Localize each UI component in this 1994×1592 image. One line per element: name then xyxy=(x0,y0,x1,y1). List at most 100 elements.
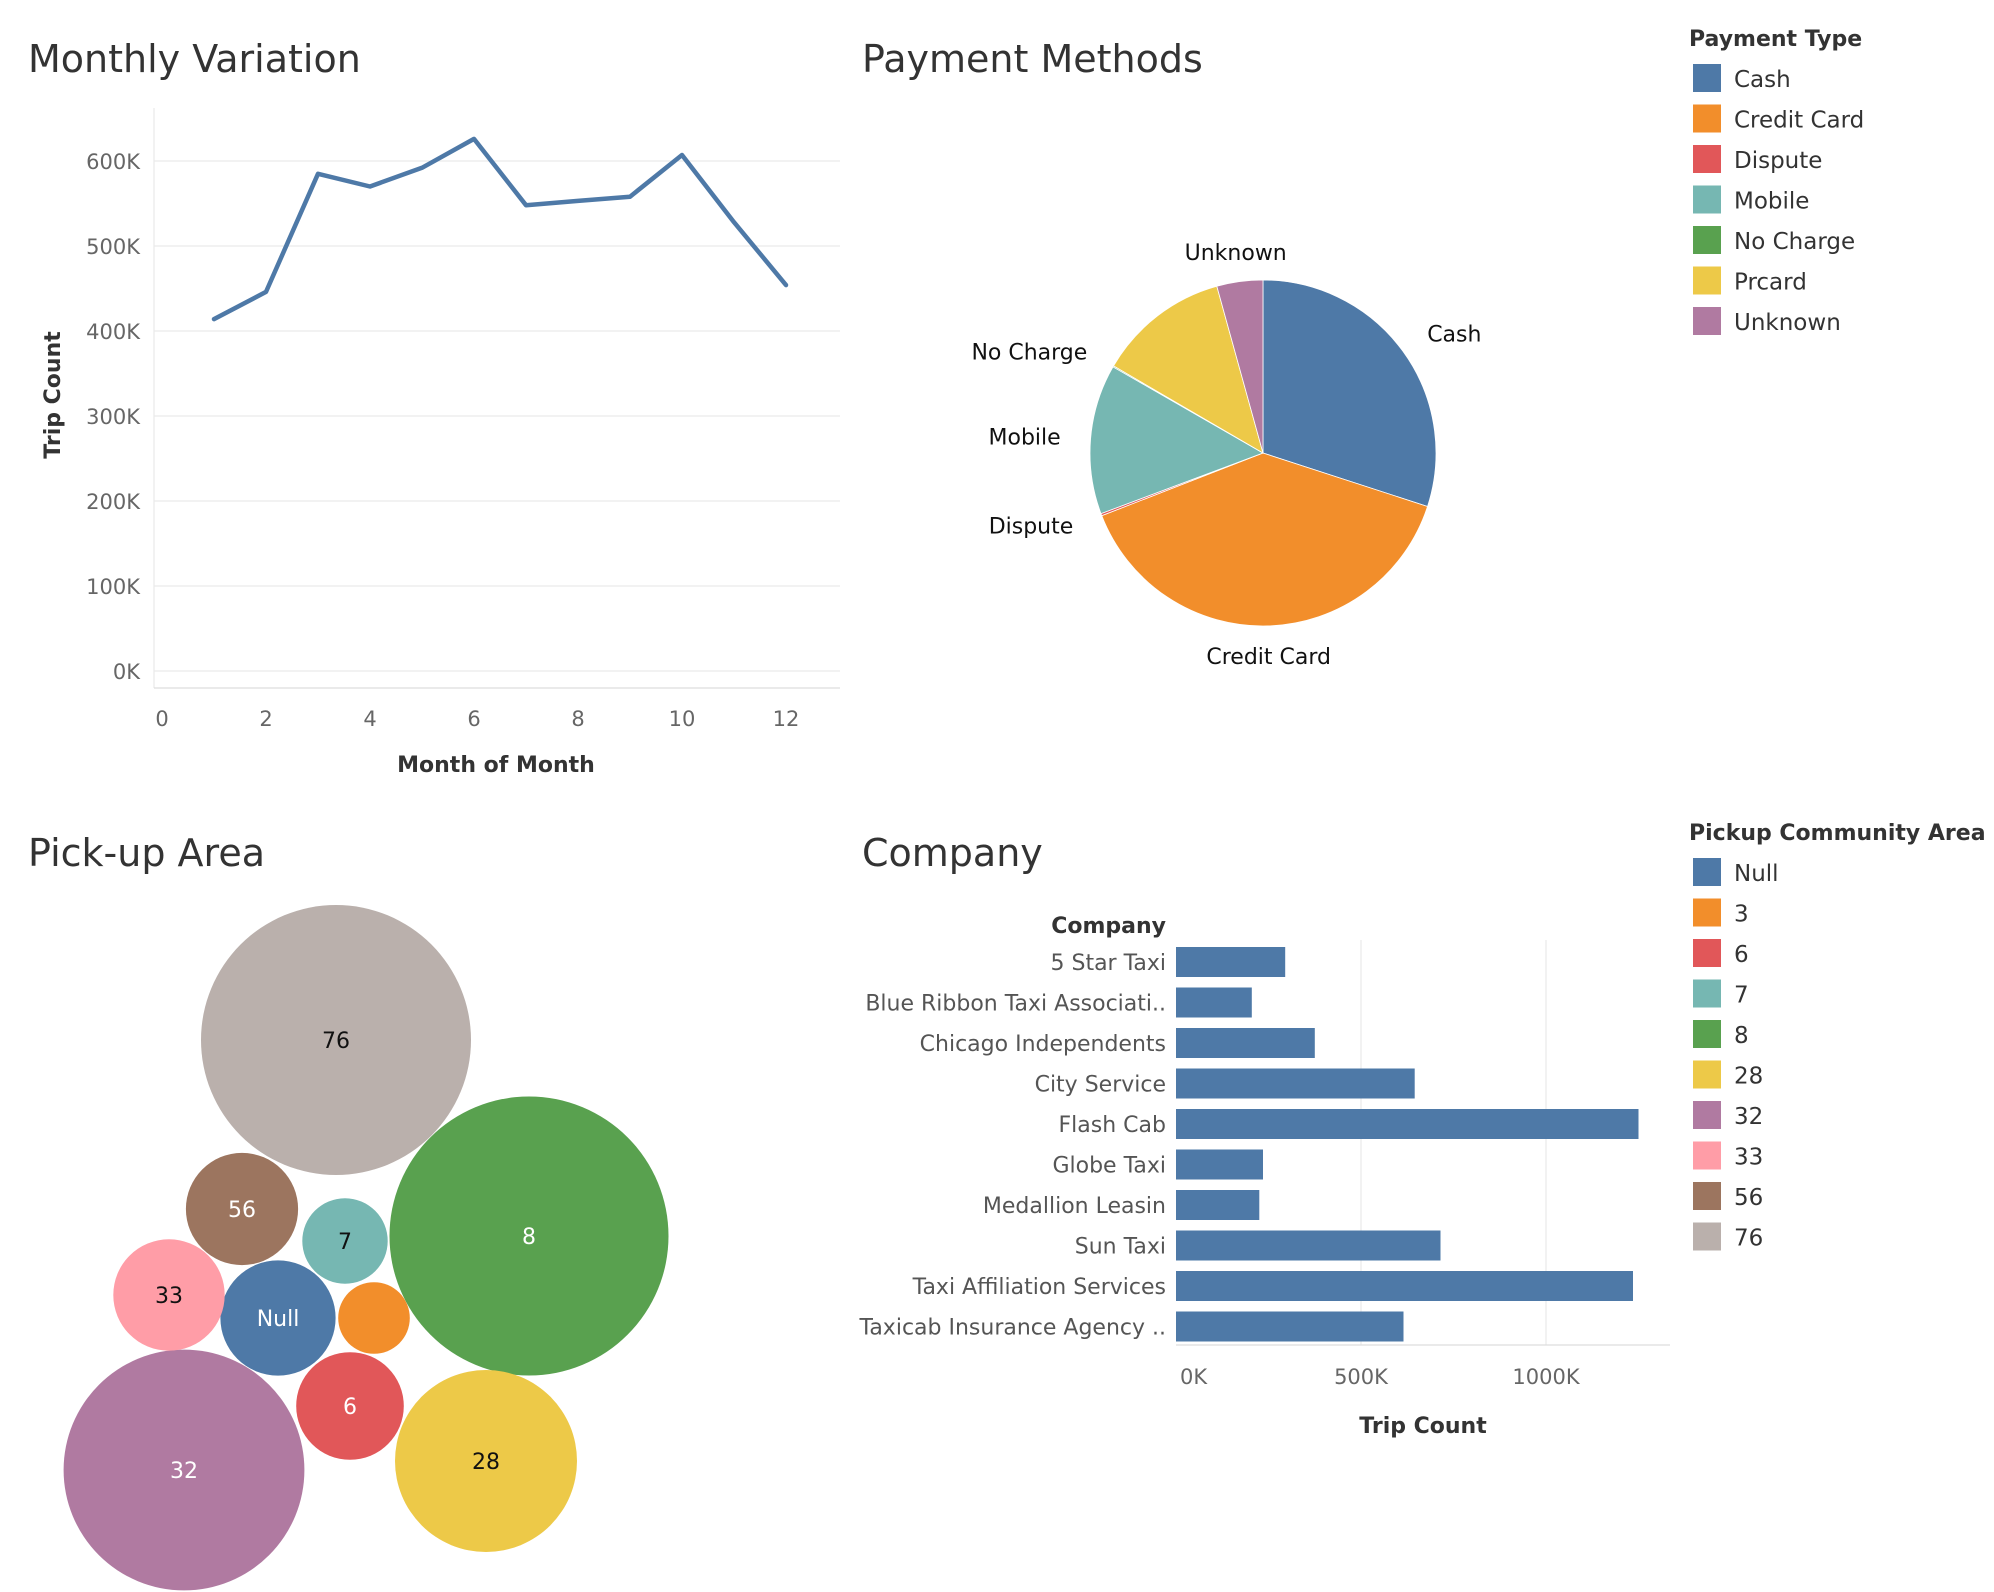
pickup-legend-entries: Null 3 6 7 8 28 32 33 56 76 xyxy=(1693,858,1779,1252)
pickup-area-legend: Pickup Community Area Null 3 6 7 8 28 32 33 56 76 xyxy=(1689,821,1986,1252)
line-y-tick-label: 0K xyxy=(113,660,141,684)
bar-category-label: Chicago Independents xyxy=(920,1032,1166,1057)
bar[interactable] xyxy=(1176,1028,1315,1058)
bar-category-label: Sun Taxi xyxy=(1075,1235,1166,1260)
legend-label: Credit Card xyxy=(1734,108,1864,134)
line-chart-title: Monthly Variation xyxy=(28,37,361,81)
line-point[interactable] xyxy=(315,171,321,177)
line-x-tick-label: 4 xyxy=(363,707,376,731)
payment-type-legend: Payment Type Cash Credit Card Dispute Mobil… xyxy=(1689,27,1864,336)
legend-swatch xyxy=(1693,858,1721,886)
bar-x-axis-title: Trip Count xyxy=(1359,1414,1487,1439)
bubble-chart-panel: Pick-up Area 76 8 32 28 Null 56 33 6 7 xyxy=(28,831,669,1591)
bubbles: 76 8 32 28 Null 56 33 6 7 xyxy=(63,905,669,1591)
pie-slices xyxy=(1089,279,1437,627)
bar[interactable] xyxy=(1176,1068,1415,1099)
pie-slice-label: No Charge xyxy=(971,340,1087,365)
bar-x-tick-label: 1000K xyxy=(1512,1365,1580,1389)
line-series[interactable] xyxy=(211,136,789,322)
bar[interactable] xyxy=(1176,1190,1260,1220)
payment-legend-title: Payment Type xyxy=(1689,27,1862,52)
line-y-tick-label: 600K xyxy=(86,150,141,174)
line-point[interactable] xyxy=(211,316,217,322)
legend-swatch xyxy=(1693,898,1721,927)
line-y-ticks: 0K 100K 200K 300K 400K 500K 600K xyxy=(86,150,141,684)
legend-label: Unknown xyxy=(1734,310,1841,336)
line-point[interactable] xyxy=(627,194,633,200)
bar-chart-panel: Company Company 5 Star Taxi Blue Ribbon T… xyxy=(859,831,1670,1439)
line-y-axis-title: Trip Count xyxy=(41,331,66,459)
legend-swatch xyxy=(1693,226,1721,254)
line-y-tick-label: 100K xyxy=(86,575,141,599)
legend-label: 6 xyxy=(1734,942,1749,968)
line-point[interactable] xyxy=(783,282,789,288)
legend-label: 28 xyxy=(1734,1064,1763,1090)
bar-category-label: Taxi Affiliation Services xyxy=(912,1275,1166,1300)
bar-category-label: City Service xyxy=(1035,1073,1166,1098)
bar-category-label: Globe Taxi xyxy=(1052,1154,1166,1179)
line-point[interactable] xyxy=(419,165,425,171)
bar[interactable] xyxy=(1176,947,1286,977)
bar[interactable] xyxy=(1176,1230,1441,1261)
line-x-tick-label: 2 xyxy=(259,707,272,731)
legend-label: 76 xyxy=(1734,1226,1763,1252)
legend-label: Cash xyxy=(1734,67,1791,93)
line-x-tick-label: 8 xyxy=(571,707,584,731)
legend-label: 56 xyxy=(1734,1185,1763,1211)
legend-swatch xyxy=(1693,1182,1721,1210)
bubble-label: 56 xyxy=(228,1198,256,1223)
bubble-3[interactable] xyxy=(338,1282,410,1354)
pie-slice-label: Credit Card xyxy=(1206,645,1331,670)
legend-swatch xyxy=(1693,307,1721,335)
line-point[interactable] xyxy=(523,202,529,208)
payment-legend-entries: Cash Credit Card Dispute Mobile No Charge Prc… xyxy=(1693,64,1864,336)
line-point[interactable] xyxy=(263,289,269,295)
bar[interactable] xyxy=(1176,1271,1633,1301)
legend-swatch xyxy=(1693,185,1721,214)
legend-label: 7 xyxy=(1734,983,1749,1009)
legend-label: 3 xyxy=(1734,902,1749,928)
line-point[interactable] xyxy=(679,152,685,158)
pie-slice-label: Dispute xyxy=(989,514,1074,539)
line-points xyxy=(211,136,789,322)
legend-swatch xyxy=(1693,266,1721,295)
legend-swatch xyxy=(1693,1101,1721,1129)
legend-swatch xyxy=(1693,979,1721,1008)
legend-swatch xyxy=(1693,104,1721,133)
line-x-tick-label: 10 xyxy=(669,707,696,731)
line-point[interactable] xyxy=(367,184,373,190)
bar[interactable] xyxy=(1176,1311,1404,1342)
bar[interactable] xyxy=(1176,1149,1263,1180)
line-point[interactable] xyxy=(471,136,477,142)
bubble-label: 32 xyxy=(170,1459,198,1484)
bar[interactable] xyxy=(1176,1109,1639,1139)
legend-label: 33 xyxy=(1734,1145,1763,1171)
pickup-legend-title: Pickup Community Area xyxy=(1689,821,1986,846)
legend-swatch xyxy=(1693,64,1721,92)
line-x-tick-label: 0 xyxy=(155,707,168,731)
line-y-tick-label: 400K xyxy=(86,320,141,344)
legend-label: 8 xyxy=(1734,1023,1749,1049)
bar-category-header: Company xyxy=(1051,914,1166,939)
bars xyxy=(1176,947,1639,1342)
line-point[interactable] xyxy=(575,198,581,204)
bar[interactable] xyxy=(1176,987,1252,1018)
bubble-label: 33 xyxy=(155,1284,183,1309)
line-point[interactable] xyxy=(731,219,737,225)
bar-category-label: Blue Ribbon Taxi Associati.. xyxy=(865,992,1166,1017)
bar-x-tick-label: 0K xyxy=(1180,1365,1208,1389)
line-x-tick-label: 12 xyxy=(773,707,800,731)
bubble-label: 6 xyxy=(343,1395,357,1420)
legend-swatch xyxy=(1693,939,1721,967)
line-gridlines xyxy=(154,160,840,672)
legend-label: No Charge xyxy=(1734,229,1855,255)
bar-category-label: Taxicab Insurance Agency .. xyxy=(859,1316,1166,1341)
bar-chart-title: Company xyxy=(862,831,1043,875)
legend-swatch xyxy=(1693,1141,1721,1170)
pie-chart-panel: Payment Methods Cash Credit Card Dispute Mo… xyxy=(862,37,1481,670)
line-chart-panel: Monthly Variation 0K 100K 200K 300K 400K 500K… xyxy=(28,37,840,778)
pie-slice-label: Cash xyxy=(1427,323,1481,348)
bar-category-label: Flash Cab xyxy=(1059,1113,1166,1138)
legend-swatch xyxy=(1693,145,1721,173)
line-y-tick-label: 500K xyxy=(86,235,141,259)
